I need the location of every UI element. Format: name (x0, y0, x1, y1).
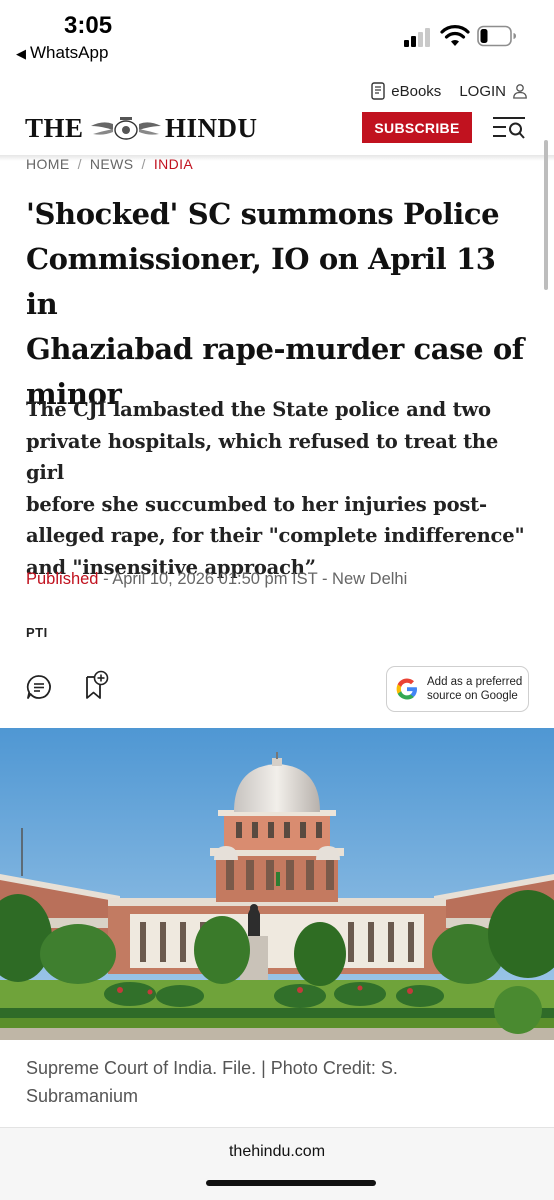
caption-line: Supreme Court of India. File. | Photo Cr… (26, 1058, 398, 1078)
summary-line: private hospitals, which refused to trea… (26, 429, 499, 485)
logo-word-hindu: HINDU (165, 113, 258, 143)
headline-line: Ghaziabad rape-murder case of (26, 332, 524, 366)
article-headline: 'Shocked' SC summons Police Commissioner… (26, 192, 526, 417)
article-agency: PTI (26, 625, 48, 640)
the-hindu-logo[interactable]: THE HINDU (25, 113, 270, 145)
ebook-icon (371, 82, 385, 100)
user-icon (513, 84, 527, 99)
cellular-signal-icon (404, 27, 434, 47)
headline-line: 'Shocked' SC summons Police (26, 197, 500, 231)
site-domain[interactable]: thehindu.com (0, 1143, 554, 1161)
google-button-line1: Add as a preferred (427, 676, 523, 688)
comment-icon[interactable] (26, 674, 52, 700)
article-summary: The CJI lambasted the State police and t… (26, 394, 531, 583)
home-indicator[interactable] (206, 1180, 376, 1186)
headline-line: Commissioner, IO on April 13 in (26, 242, 496, 321)
logo-emblem-icon (91, 117, 161, 140)
summary-line: before she succumbed to her injuries pos… (26, 492, 487, 516)
back-triangle-icon: ◀ (16, 46, 26, 61)
menu-search-icon[interactable] (492, 115, 526, 141)
photo-caption: Supreme Court of India. File. | Photo Cr… (26, 1054, 526, 1110)
back-app-label: WhatsApp (30, 43, 109, 62)
breadcrumb-news[interactable]: NEWS (90, 156, 134, 172)
published-meta: - April 10, 2026 01:50 pm IST - New Delh… (98, 570, 408, 588)
breadcrumb: HOME / NEWS / INDIA (26, 156, 193, 172)
summary-line: alleged rape, for their "complete indiff… (26, 524, 525, 547)
login-label: LOGIN (459, 82, 506, 100)
published-info: Published - April 10, 2026 01:50 pm IST … (26, 570, 407, 589)
battery-icon (477, 25, 516, 47)
header-topline: eBooks LOGIN (371, 82, 528, 100)
ebooks-link[interactable]: eBooks (371, 82, 441, 100)
supreme-court-photo[interactable] (0, 728, 554, 1040)
status-bar: 3:05 ◀ WhatsApp (0, 0, 554, 74)
wifi-icon (440, 25, 470, 46)
logo-word-the: THE (25, 113, 84, 143)
scrollbar[interactable] (544, 140, 548, 290)
caption-line: Subramanium (26, 1086, 139, 1106)
ebooks-label: eBooks (391, 82, 442, 100)
google-button-line2: source on Google (427, 690, 518, 702)
back-to-app-link[interactable]: ◀ WhatsApp (16, 43, 108, 63)
breadcrumb-separator: / (77, 156, 82, 172)
browser-address-bar[interactable] (0, 1127, 554, 1200)
breadcrumb-separator: / (141, 156, 146, 172)
google-g-icon (396, 678, 417, 700)
breadcrumb-home[interactable]: HOME (26, 156, 70, 172)
login-link[interactable]: LOGIN (459, 83, 528, 100)
breadcrumb-india[interactable]: INDIA (154, 156, 193, 172)
google-preferred-source-button[interactable]: Add as a preferred source on Google (386, 666, 529, 712)
summary-line: The CJI lambasted the State police and t… (26, 398, 491, 421)
subscribe-button[interactable]: SUBSCRIBE (362, 112, 472, 143)
bookmark-add-icon[interactable] (84, 670, 110, 700)
published-label: Published (26, 570, 99, 588)
status-time: 3:05 (64, 12, 113, 39)
